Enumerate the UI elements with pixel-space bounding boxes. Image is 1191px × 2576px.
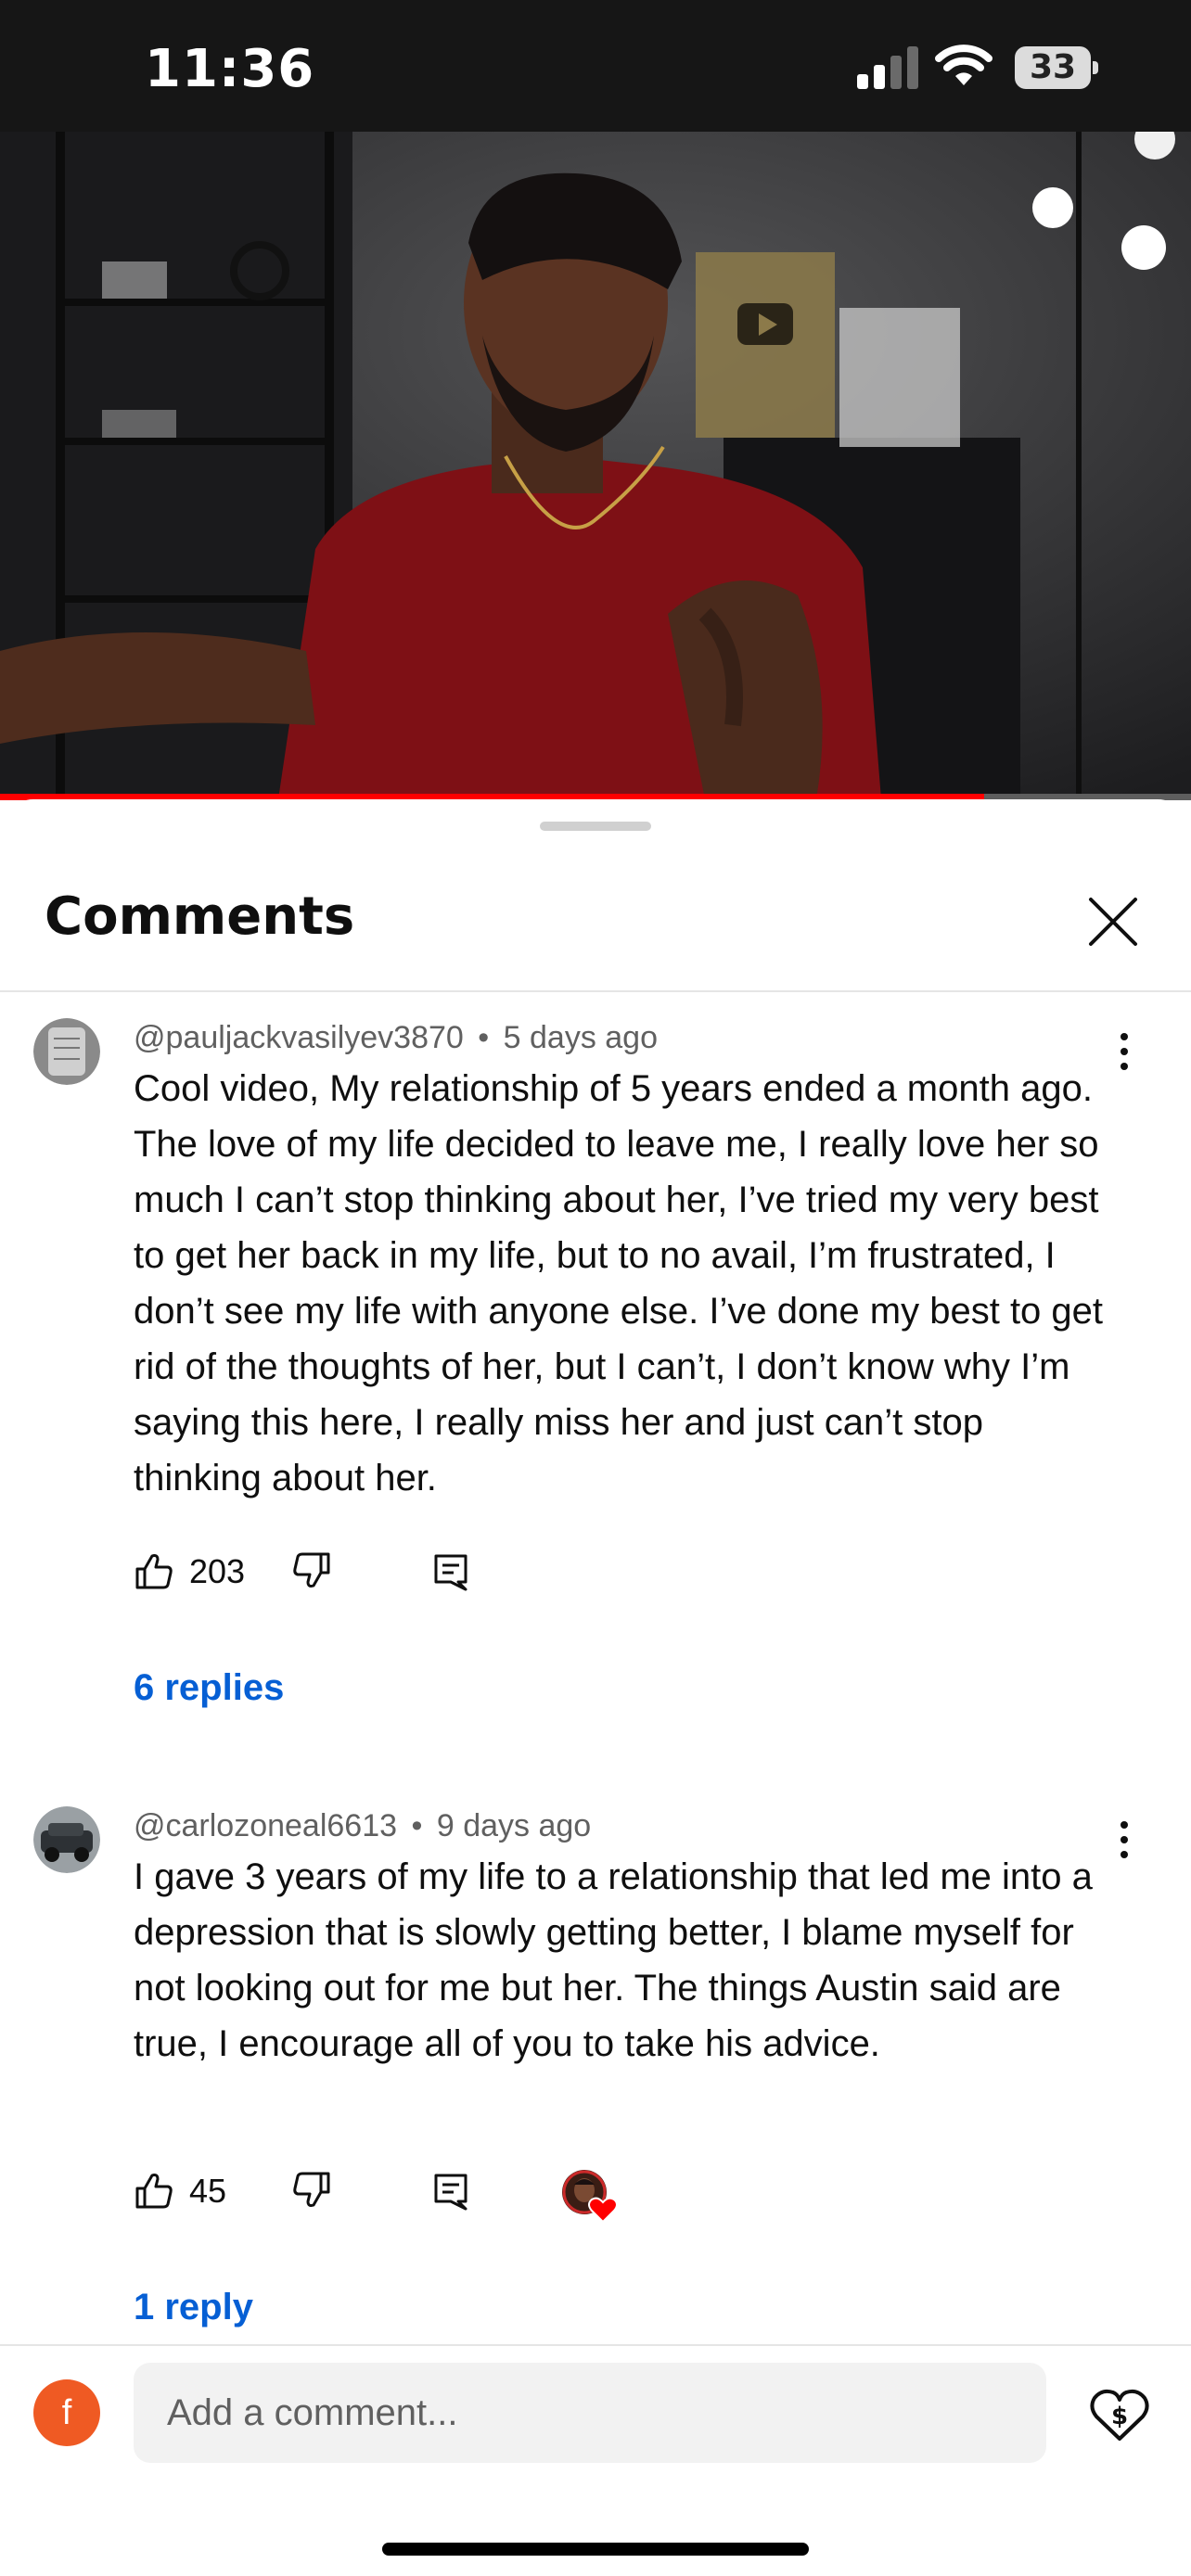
user-avatar[interactable]: f (33, 2379, 100, 2446)
header-divider (0, 990, 1191, 992)
thumbs-down-icon[interactable] (291, 1550, 332, 1591)
reply-icon[interactable] (430, 2170, 471, 2211)
video-frame (0, 132, 1191, 799)
meta-separator: • (411, 1808, 423, 1843)
super-thanks-icon[interactable]: $ (1087, 2381, 1152, 2446)
reply-icon[interactable] (430, 1550, 471, 1591)
battery-icon: 33 (1015, 46, 1100, 89)
clock: 11:36 (145, 39, 315, 99)
creator-heart-icon (562, 2170, 618, 2224)
avatar[interactable] (33, 1018, 100, 1085)
comment-meta: @pauljackvasilyev3870 • 5 days ago (134, 1020, 658, 1056)
comment-meta: @carlozoneal6613 • 9 days ago (134, 1808, 591, 1844)
comment-author[interactable]: @carlozoneal6613 (134, 1808, 397, 1843)
battery-level: 33 (1029, 48, 1077, 86)
comment-author[interactable]: @pauljackvasilyev3870 (134, 1020, 464, 1055)
view-replies-link[interactable]: 1 reply (134, 2287, 253, 2328)
comment-text: Cool video, My relationship of 5 years e… (134, 1068, 1104, 1498)
wifi-icon (935, 45, 992, 85)
comment-time: 5 days ago (503, 1020, 658, 1055)
comments-title: Comments (45, 886, 355, 947)
composer-divider (0, 2344, 1191, 2346)
meta-separator: • (478, 1020, 490, 1055)
view-replies-link[interactable]: 6 replies (134, 1667, 284, 1709)
sheet-drag-handle[interactable] (540, 822, 651, 831)
thumbs-up-icon[interactable] (134, 2170, 174, 2211)
cellular-signal-icon (857, 46, 918, 89)
thumbs-up-icon[interactable] (134, 1550, 174, 1591)
like-count: 203 (189, 1552, 246, 1590)
thumbs-down-icon[interactable] (291, 2170, 332, 2211)
comment-time: 9 days ago (436, 1808, 592, 1843)
close-icon[interactable] (1083, 892, 1143, 951)
add-comment-input[interactable] (134, 2363, 1046, 2463)
video-player[interactable] (0, 132, 1191, 799)
status-bar: 11:36 33 (0, 0, 1191, 132)
comment-text: I gave 3 years of my life to a relations… (134, 1856, 1093, 2064)
home-indicator (382, 2543, 809, 2556)
avatar[interactable] (33, 1806, 100, 1873)
like-count: 45 (189, 2172, 227, 2210)
svg-text:$: $ (1111, 2403, 1128, 2430)
